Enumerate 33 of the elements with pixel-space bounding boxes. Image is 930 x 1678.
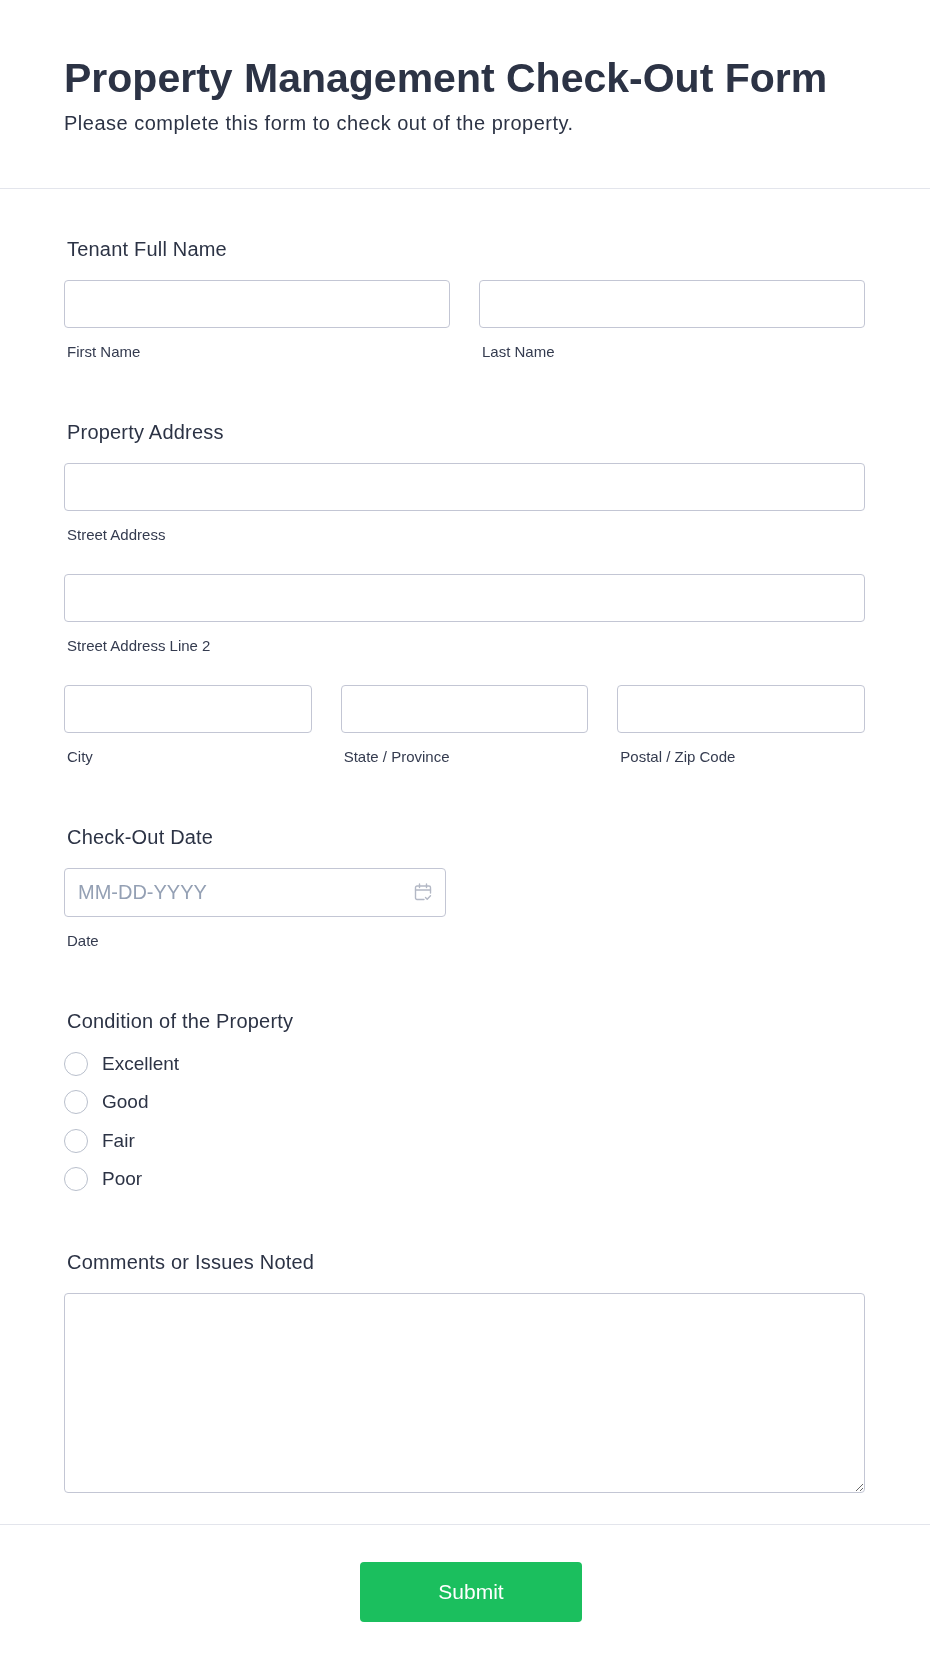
calendar-icon[interactable] (414, 883, 432, 901)
radio-option-label[interactable]: Poor (102, 1166, 143, 1191)
text-input-field[interactable] (64, 574, 865, 622)
field-sublabel: Street Address Line 2 (66, 637, 211, 655)
field-label: Property Address (66, 420, 225, 444)
radio-button[interactable] (64, 1166, 88, 1191)
form-description: Please complete this form to check out of the property. (64, 111, 575, 135)
field-sublabel: Street Address (66, 526, 166, 544)
field-sublabel: Postal / Zip Code (619, 748, 736, 766)
text-input-field[interactable] (617, 685, 865, 733)
field-sublabel: Last Name (481, 343, 555, 361)
radio-option-label[interactable]: Good (102, 1090, 149, 1115)
field-sublabel: City (66, 748, 93, 766)
field-label: Comments or Issues Noted (66, 1249, 316, 1274)
radio-option-label[interactable]: Excellent (102, 1052, 180, 1076)
date-input-field[interactable]: MM-DD-YYYY (64, 868, 446, 917)
field-sublabel: State / Province (342, 748, 450, 766)
radio-button[interactable] (64, 1052, 88, 1076)
field-label: Check-Out Date (66, 825, 215, 849)
form-title: Property Management Check-Out Form (64, 54, 829, 102)
field-label: Tenant Full Name (66, 237, 228, 261)
text-input-field[interactable] (64, 685, 312, 733)
radio-button[interactable] (64, 1128, 88, 1153)
radio-option-label[interactable]: Fair (102, 1128, 135, 1153)
text-input-field[interactable] (340, 685, 589, 733)
text-input-field[interactable] (64, 463, 865, 511)
text-input-field[interactable] (479, 280, 865, 328)
field-sublabel: Date (66, 932, 99, 950)
text-input-field[interactable] (64, 280, 450, 328)
radio-button[interactable] (64, 1090, 88, 1115)
field-sublabel: First Name (66, 343, 141, 361)
field-label: Condition of the Property (66, 1009, 295, 1033)
comments-textarea[interactable] (64, 1292, 865, 1493)
